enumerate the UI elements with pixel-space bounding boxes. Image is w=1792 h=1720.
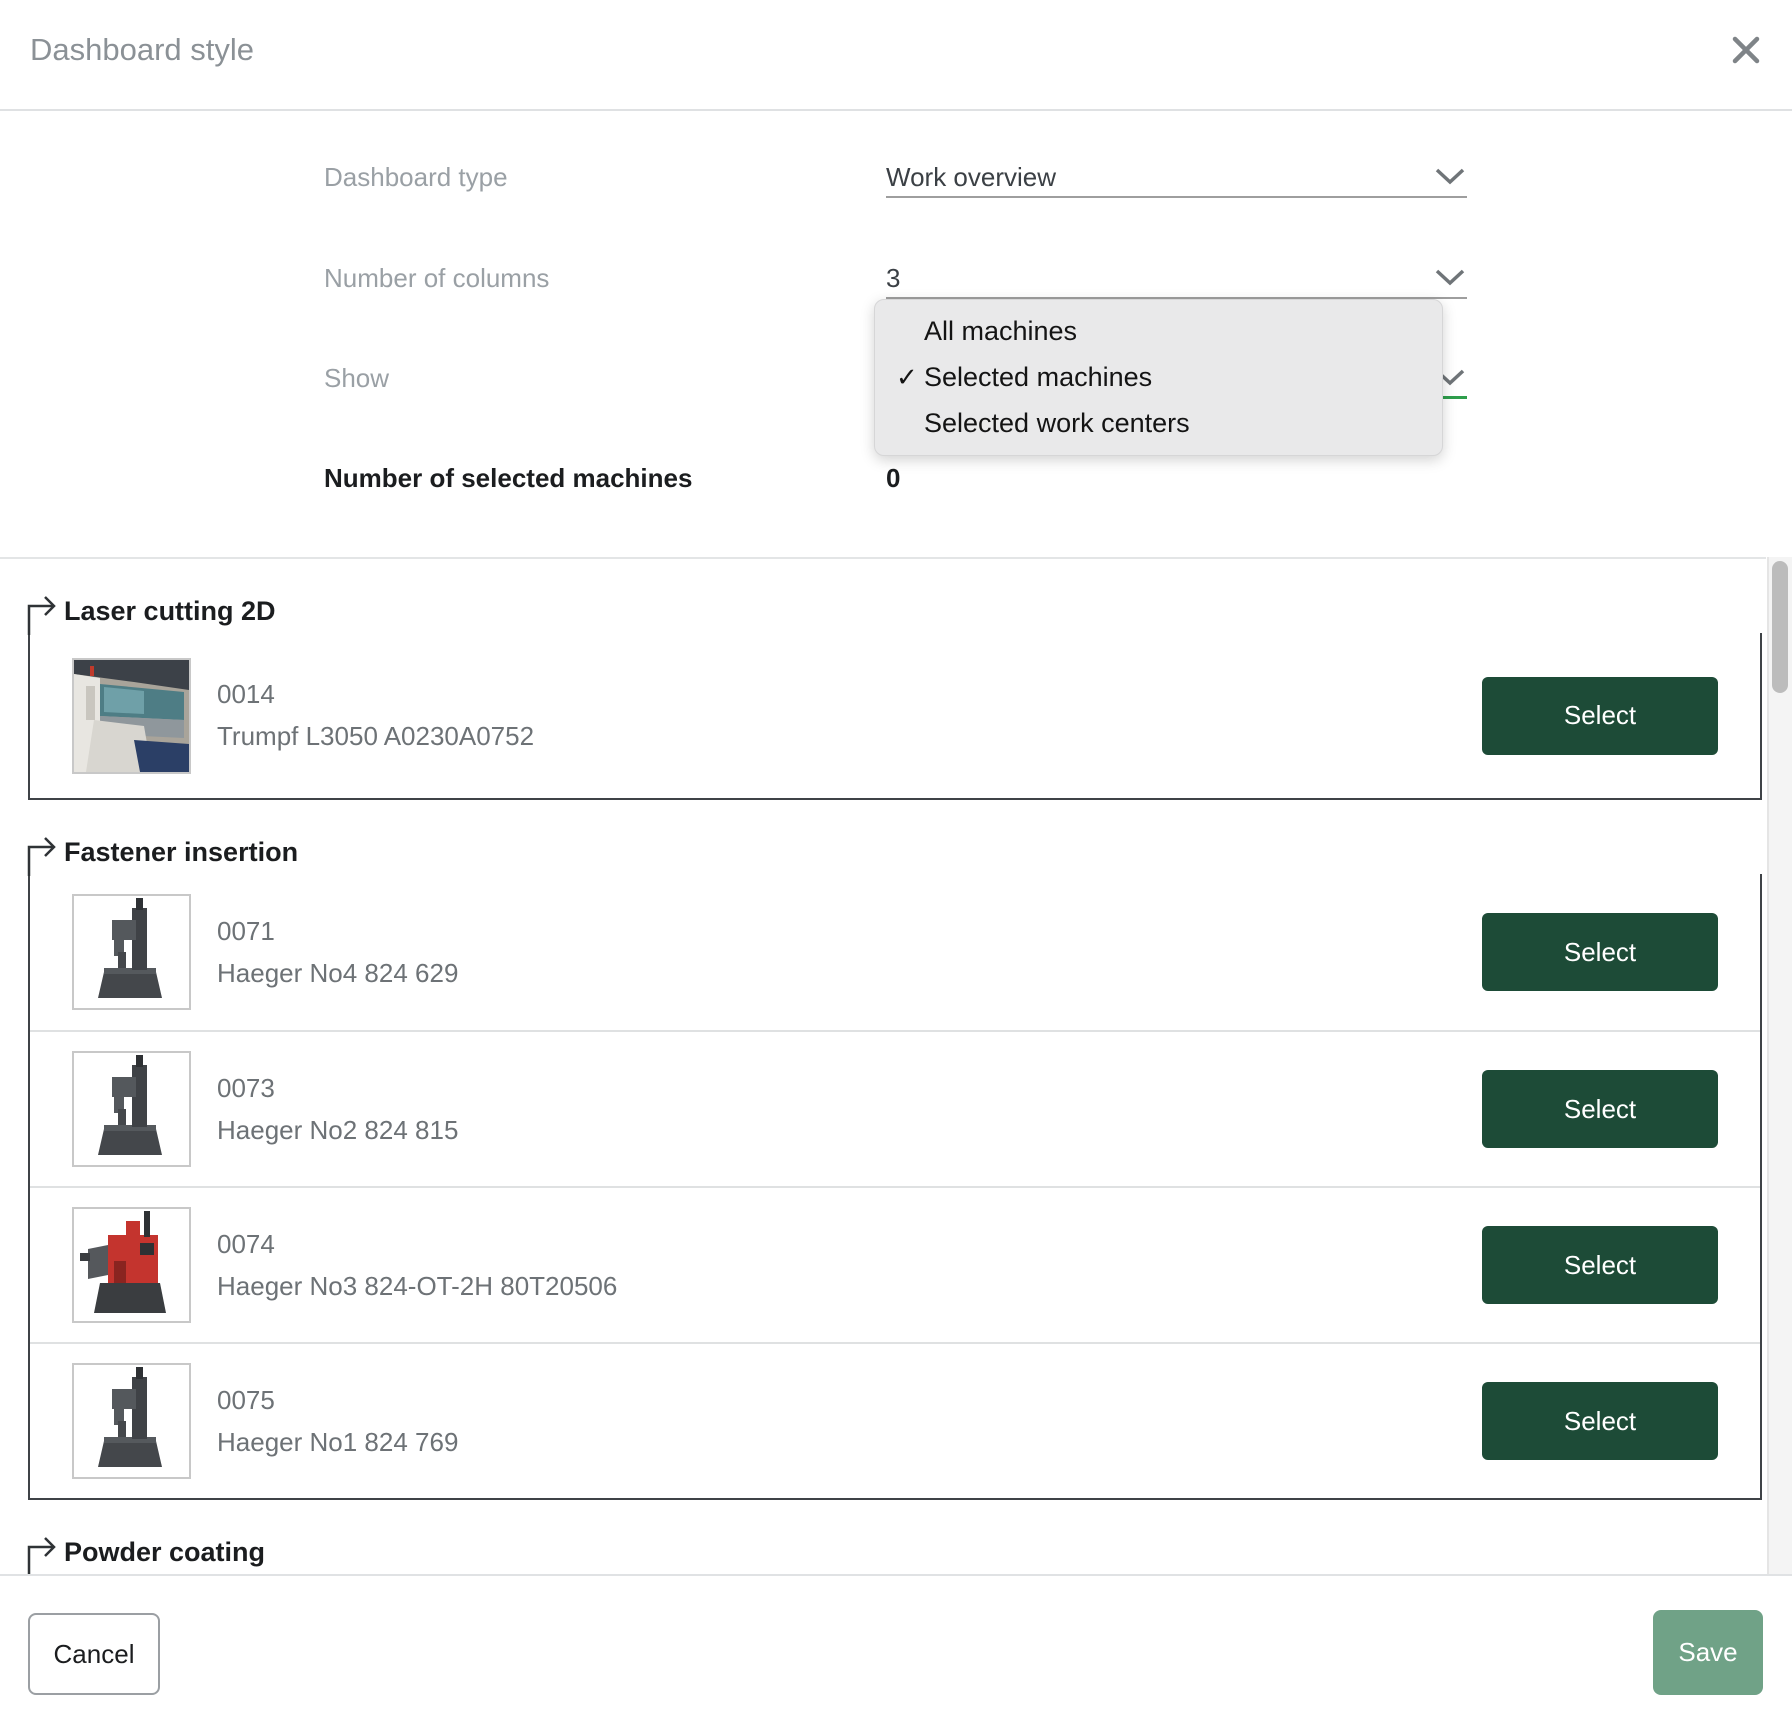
machine-thumbnail xyxy=(72,1051,191,1167)
machine-code: 0071 xyxy=(217,916,458,947)
machine-row: 0073 Haeger No2 824 815 Select xyxy=(30,1030,1760,1186)
form-row-selected-machines-count: Number of selected machines 0 xyxy=(324,457,900,499)
press-machine-image xyxy=(74,1053,189,1165)
laser-machine-photo xyxy=(74,660,189,772)
scrollbar-track[interactable] xyxy=(1767,557,1792,1574)
machine-row: 0074 Haeger No3 824-OT-2H 80T20506 Selec… xyxy=(30,1186,1760,1342)
dropdown-option-label: Selected machines xyxy=(924,362,1152,393)
dropdown-option-all-machines[interactable]: All machines xyxy=(875,308,1442,354)
machine-row: 0014 Trumpf L3050 A0230A0752 Select xyxy=(30,633,1760,798)
dropdown-option-selected-work-centers[interactable]: Selected work centers xyxy=(875,400,1442,446)
group-arrow-icon xyxy=(27,1534,65,1574)
press-machine-image xyxy=(74,896,189,1008)
machine-row: 0071 Haeger No4 824 629 Select xyxy=(30,874,1760,1030)
machine-code: 0073 xyxy=(217,1073,458,1104)
dropdown-option-label: Selected work centers xyxy=(924,408,1190,439)
form-row-number-of-columns: Number of columns 3 xyxy=(324,257,1467,299)
machine-name: Trumpf L3050 A0230A0752 xyxy=(217,721,534,752)
dashboard-type-value: Work overview xyxy=(886,156,1467,193)
machine-code: 0075 xyxy=(217,1385,458,1416)
save-button[interactable]: Save xyxy=(1653,1610,1763,1695)
scrollbar-thumb[interactable] xyxy=(1772,561,1788,693)
select-machine-button[interactable]: Select xyxy=(1482,1226,1718,1304)
selected-machines-count-label: Number of selected machines xyxy=(324,457,886,499)
modal-footer: Cancel Save xyxy=(0,1574,1792,1720)
dropdown-option-label: All machines xyxy=(924,316,1077,347)
machine-thumbnail xyxy=(72,1207,191,1323)
group-header-powder-coating: Powder coating xyxy=(0,1534,1766,1574)
dashboard-type-label: Dashboard type xyxy=(324,156,886,198)
group-title: Fastener insertion xyxy=(64,837,298,867)
show-dropdown-menu: All machines ✓ Selected machines Selecte… xyxy=(874,299,1443,456)
press-machine-image xyxy=(74,1365,189,1477)
dropdown-option-selected-machines[interactable]: ✓ Selected machines xyxy=(875,354,1442,400)
group-title: Laser cutting 2D xyxy=(64,596,276,626)
group-header-laser-cutting-2d: Laser cutting 2D xyxy=(0,593,1766,633)
close-icon[interactable] xyxy=(1724,28,1768,72)
machine-text: 0074 Haeger No3 824-OT-2H 80T20506 xyxy=(217,1229,617,1302)
machine-text: 0073 Haeger No2 824 815 xyxy=(217,1073,458,1146)
group-title: Powder coating xyxy=(64,1537,265,1567)
chevron-down-icon xyxy=(1435,168,1465,190)
select-machine-button[interactable]: Select xyxy=(1482,677,1718,755)
number-of-columns-select[interactable]: 3 xyxy=(886,257,1467,299)
machine-name: Haeger No2 824 815 xyxy=(217,1115,458,1146)
group-header-fastener-insertion: Fastener insertion xyxy=(0,834,1766,874)
selected-machines-count-value: 0 xyxy=(886,457,900,499)
machine-thumbnail xyxy=(72,894,191,1010)
checkmark-icon: ✓ xyxy=(896,362,924,393)
machine-thumbnail xyxy=(72,1363,191,1479)
select-machine-button[interactable]: Select xyxy=(1482,1070,1718,1148)
group-box-fastener-insertion: 0071 Haeger No4 824 629 Select 0073 xyxy=(28,874,1762,1500)
cancel-button[interactable]: Cancel xyxy=(28,1613,160,1695)
form-row-dashboard-type: Dashboard type Work overview xyxy=(324,156,1467,198)
group-box-laser-cutting-2d: 0014 Trumpf L3050 A0230A0752 Select xyxy=(28,633,1762,800)
number-of-columns-value: 3 xyxy=(886,257,1467,294)
machine-text: 0075 Haeger No1 824 769 xyxy=(217,1385,458,1458)
show-label: Show xyxy=(324,357,886,399)
machine-list: Laser cutting 2D 0014 Tr xyxy=(0,557,1766,1574)
machine-code: 0074 xyxy=(217,1229,617,1260)
dashboard-type-select[interactable]: Work overview xyxy=(886,156,1467,198)
machine-name: Haeger No1 824 769 xyxy=(217,1427,458,1458)
machine-row: 0075 Haeger No1 824 769 Select xyxy=(30,1342,1760,1498)
select-machine-button[interactable]: Select xyxy=(1482,1382,1718,1460)
select-machine-button[interactable]: Select xyxy=(1482,913,1718,991)
modal-header: Dashboard style xyxy=(0,0,1792,111)
machine-name: Haeger No4 824 629 xyxy=(217,958,458,989)
number-of-columns-label: Number of columns xyxy=(324,257,886,299)
red-press-machine-image xyxy=(74,1209,189,1321)
machine-text: 0071 Haeger No4 824 629 xyxy=(217,916,458,989)
modal-title: Dashboard style xyxy=(30,32,254,68)
machine-name: Haeger No3 824-OT-2H 80T20506 xyxy=(217,1271,617,1302)
machine-code: 0014 xyxy=(217,679,534,710)
chevron-down-icon xyxy=(1435,269,1465,291)
machine-text: 0014 Trumpf L3050 A0230A0752 xyxy=(217,679,534,752)
machine-thumbnail xyxy=(72,658,191,774)
